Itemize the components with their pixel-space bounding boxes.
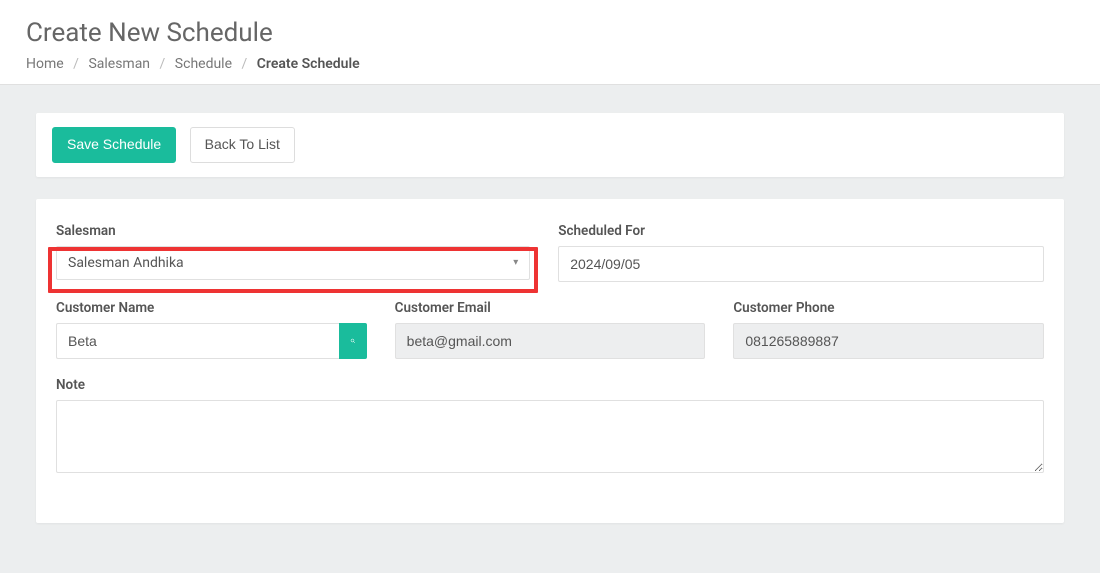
- salesman-select[interactable]: Salesman Andhika ▾: [56, 246, 530, 280]
- customer-email-group: Customer Email: [395, 300, 706, 359]
- breadcrumb-salesman[interactable]: Salesman: [88, 56, 150, 72]
- back-to-list-button[interactable]: Back To List: [190, 127, 295, 163]
- salesman-label: Salesman: [56, 223, 530, 239]
- breadcrumb-schedule[interactable]: Schedule: [175, 56, 232, 72]
- customer-name-label: Customer Name: [56, 300, 367, 316]
- note-textarea[interactable]: [56, 400, 1044, 473]
- toolbar-card: Save Schedule Back To List: [36, 113, 1064, 177]
- customer-email-label: Customer Email: [395, 300, 706, 316]
- page-title: Create New Schedule: [26, 18, 1074, 48]
- chevron-down-icon: ▾: [513, 257, 518, 268]
- customer-name-input[interactable]: [56, 323, 339, 359]
- salesman-group: Salesman Salesman Andhika ▾: [56, 223, 530, 282]
- note-group: Note: [56, 377, 1044, 477]
- customer-search-button[interactable]: [339, 323, 367, 359]
- customer-phone-label: Customer Phone: [733, 300, 1044, 316]
- search-icon: [350, 334, 356, 348]
- note-label: Note: [56, 377, 1044, 393]
- customer-email-input: [395, 323, 706, 359]
- breadcrumb: Home / Salesman / Schedule / Create Sche…: [26, 56, 1074, 72]
- breadcrumb-current: Create Schedule: [257, 56, 360, 72]
- page-header: Create New Schedule Home / Salesman / Sc…: [0, 0, 1100, 85]
- breadcrumb-sep: /: [154, 56, 172, 72]
- breadcrumb-home[interactable]: Home: [26, 56, 64, 72]
- breadcrumb-sep: /: [67, 56, 85, 72]
- customer-phone-input: [733, 323, 1044, 359]
- form-card: Salesman Salesman Andhika ▾ Scheduled Fo…: [36, 199, 1064, 523]
- save-schedule-button[interactable]: Save Schedule: [52, 127, 176, 163]
- customer-name-group: Customer Name: [56, 300, 367, 359]
- customer-phone-group: Customer Phone: [733, 300, 1044, 359]
- salesman-selected-value: Salesman Andhika: [68, 255, 184, 271]
- scheduled-for-label: Scheduled For: [558, 223, 1044, 239]
- breadcrumb-sep: /: [236, 56, 254, 72]
- scheduled-for-input[interactable]: [558, 246, 1044, 282]
- scheduled-for-group: Scheduled For: [558, 223, 1044, 282]
